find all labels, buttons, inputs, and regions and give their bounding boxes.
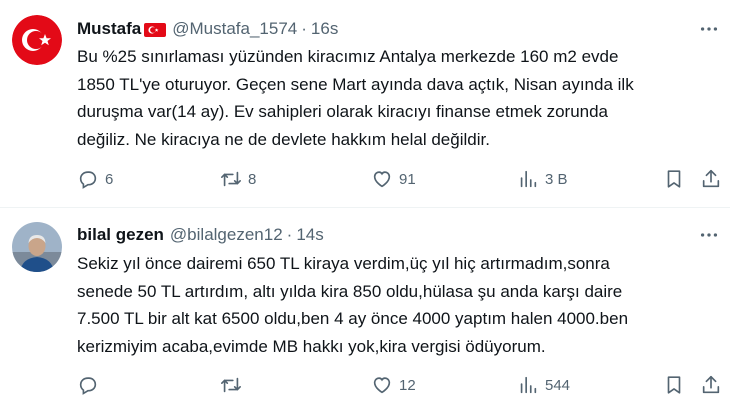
separator: · (301, 19, 307, 38)
reply-icon (79, 377, 97, 395)
reply-button[interactable]: 6 (77, 166, 113, 192)
more-options-icon[interactable] (698, 18, 720, 40)
share-icon (702, 375, 720, 394)
tweet-actions: 6 8 91 3 B (77, 166, 722, 192)
views-button[interactable]: 544 (517, 372, 570, 398)
more-options-icon[interactable] (698, 224, 720, 246)
tweet-header: Mustafa @Mustafa_1574 · 16s (77, 17, 338, 41)
heart-icon (373, 377, 391, 394)
avatar[interactable] (12, 222, 62, 272)
share-button[interactable] (700, 166, 722, 192)
retweet-icon (221, 171, 241, 187)
views-button[interactable]: 3 B (517, 166, 568, 192)
like-count: 91 (399, 170, 416, 188)
user-handle[interactable]: @bilalgezen12 (170, 225, 283, 245)
timestamp[interactable]: 14s (296, 225, 323, 245)
heart-icon (373, 171, 391, 188)
views-icon (520, 376, 537, 394)
share-icon (702, 169, 720, 188)
view-count: 544 (545, 376, 571, 394)
tweet[interactable]: Mustafa @Mustafa_1574 · 16s Bu %25 sınır… (0, 0, 730, 207)
share-button[interactable] (700, 372, 722, 398)
retweet-button[interactable]: 8 (220, 166, 256, 192)
display-name[interactable]: bilal gezen (77, 225, 164, 245)
bookmark-button[interactable] (663, 166, 685, 192)
tweet-text: Sekiz yıl önce dairemi 650 TL kiraya ver… (77, 254, 629, 356)
reply-count: 6 (105, 170, 114, 188)
tweet-header: bilal gezen @bilalgezen12 · 14s (77, 223, 324, 247)
views-icon (520, 170, 537, 188)
view-count: 3 B (545, 170, 568, 188)
tweet-text: Bu %25 sınırlaması yüzünden kiracımız An… (77, 47, 634, 149)
avatar[interactable] (12, 15, 62, 65)
like-button[interactable]: 91 (371, 166, 416, 192)
bookmark-icon (667, 170, 681, 188)
separator: · (286, 225, 293, 244)
bookmark-button[interactable] (663, 372, 685, 398)
retweet-count: 8 (248, 170, 257, 188)
display-name[interactable]: Mustafa (77, 19, 141, 39)
like-count: 12 (399, 376, 416, 394)
turkey-flag-icon (144, 22, 167, 37)
retweet-button[interactable] (220, 372, 248, 398)
user-handle[interactable]: @Mustafa_1574 (172, 19, 297, 39)
tweet[interactable]: bilal gezen @bilalgezen12 · 14s Sekiz yı… (0, 208, 730, 420)
timestamp[interactable]: 16s (311, 19, 338, 39)
like-button[interactable]: 12 (371, 372, 416, 398)
bookmark-icon (667, 376, 681, 394)
tweet-actions: 12 544 (77, 372, 722, 398)
retweet-icon (221, 377, 241, 393)
reply-button[interactable] (77, 372, 105, 398)
reply-icon (79, 171, 97, 189)
